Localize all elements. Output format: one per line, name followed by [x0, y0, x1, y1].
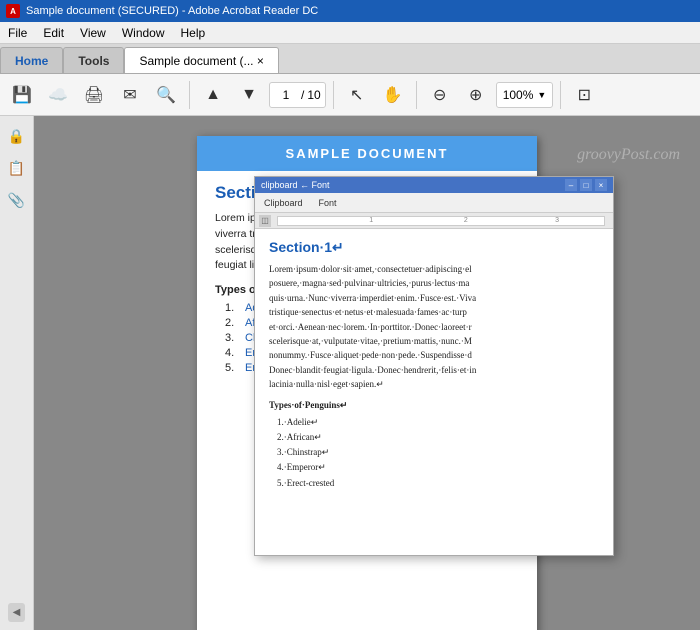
word-ribbon-font[interactable]: Font [316, 197, 340, 209]
word-section-title: Section·1↵ [269, 239, 599, 256]
menu-help[interactable]: Help [173, 22, 214, 43]
tab-home[interactable]: Home [0, 47, 63, 73]
upload-button[interactable]: ☁️ [42, 79, 74, 111]
toolbar-separator-3 [416, 81, 417, 109]
fit-button[interactable]: ⊡ [568, 79, 600, 111]
ruler-mark-2: 2 [464, 217, 468, 224]
zoom-in-button[interactable]: ⊕ [460, 79, 492, 111]
menu-file[interactable]: File [0, 22, 35, 43]
ruler-mark-1: 1 [369, 217, 373, 224]
word-body-line: Lorem·ipsum·dolor·sit·amet,·consectetuer… [269, 262, 599, 276]
toolbar-separator-2 [333, 81, 334, 109]
layers-panel-icon[interactable]: 📋 [5, 156, 29, 180]
panel-collapse-button[interactable]: ◀ [8, 603, 25, 622]
word-ribbon-clipboard[interactable]: Clipboard [261, 197, 306, 209]
zoom-dropdown-icon[interactable]: ▼ [537, 90, 546, 100]
email-button[interactable]: ✉ [114, 79, 146, 111]
toolbar: 💾 ☁️ 🖨 ✉ 🔍 ▲ ▼ 1 / 10 ↖ ✋ ⊖ ⊕ 100% ▼ ⊡ [0, 74, 700, 116]
word-penguin-list: 1.·Adelie↵ 2.·African↵ 3.·Chinstrap↵ 4.·… [269, 415, 599, 491]
word-title-text: clipboard ← Font [261, 180, 565, 190]
word-body-line: tristique·senectus·et·netus·et·malesuada… [269, 305, 599, 319]
zoom-level-box[interactable]: 100% ▼ [496, 82, 554, 108]
word-body-line: lacinia·nulla·nisl·eget·sapien.↵ [269, 377, 599, 391]
page-navigator: 1 / 10 [269, 82, 326, 108]
hand-tool-button[interactable]: ✋ [377, 79, 409, 111]
word-minimize-button[interactable]: – [565, 179, 577, 191]
word-body-line: Donec·blandit·feugiat·ligula.·Donec·hend… [269, 363, 599, 377]
tab-bar: Home Tools Sample document (... × [0, 44, 700, 74]
tab-tools[interactable]: Tools [63, 47, 124, 73]
page-separator: / [301, 88, 304, 102]
word-doc-area: Section·1↵ Lorem·ipsum·dolor·sit·amet,·c… [255, 229, 613, 555]
ruler-body: 1 2 3 [277, 216, 605, 226]
left-panel: 🔒 📋 📎 ◀ [0, 116, 34, 630]
word-controls: – □ × [565, 179, 607, 191]
main-area: 🔒 📋 📎 ◀ groovyPost.com SAMPLE DOCUMENT S… [0, 116, 700, 630]
word-body-line: scelerisque·at,·vulputate·vitae,·pretium… [269, 334, 599, 348]
page-total: 10 [307, 88, 320, 102]
pdf-header: SAMPLE DOCUMENT [197, 136, 537, 171]
groovy-watermark: groovyPost.com [577, 146, 680, 164]
next-page-button[interactable]: ▼ [233, 79, 265, 111]
word-close-button[interactable]: × [595, 179, 607, 191]
attach-panel-icon[interactable]: 📎 [5, 188, 29, 212]
save-button[interactable]: 💾 [6, 79, 38, 111]
ruler-mark-3: 3 [555, 217, 559, 224]
word-body-line: nonummy.·Fusce·aliquet·pede·non·pede.·Su… [269, 348, 599, 362]
word-list-title: Types·of·Penguins↵ [269, 400, 599, 411]
word-ruler: ◫ 1 2 3 [255, 213, 613, 229]
menu-view[interactable]: View [72, 22, 114, 43]
word-list-item: 4.·Emperor↵ [277, 460, 599, 475]
word-list-item: 3.·Chinstrap↵ [277, 445, 599, 460]
word-body-text: Lorem·ipsum·dolor·sit·amet,·consectetuer… [269, 262, 599, 392]
zoom-level-text: 100% [503, 88, 534, 102]
word-body-line: posuere,·magna·sed·pulvinar·ultricies,·p… [269, 276, 599, 290]
page-number-input[interactable]: 1 [274, 88, 298, 102]
search-button[interactable]: 🔍 [150, 79, 182, 111]
word-body-line: quis·urna.·Nunc·viverra·imperdiet·enim.·… [269, 291, 599, 305]
app-icon: A [6, 4, 20, 18]
ruler-left-marker: ◫ [259, 215, 271, 227]
tab-document-label: Sample document (... × [139, 54, 263, 68]
title-bar: A Sample document (SECURED) - Adobe Acro… [0, 0, 700, 22]
word-list-item: 2.·African↵ [277, 430, 599, 445]
word-maximize-button[interactable]: □ [580, 179, 592, 191]
word-list-item: 5.·Erect-crested [277, 476, 599, 491]
word-overlay: clipboard ← Font – □ × Clipboard Font ◫ … [254, 176, 614, 556]
pdf-area: groovyPost.com SAMPLE DOCUMENT Section 1… [34, 116, 700, 630]
title-text: Sample document (SECURED) - Adobe Acroba… [26, 5, 318, 17]
tab-tools-label: Tools [78, 54, 109, 68]
zoom-out-button[interactable]: ⊖ [424, 79, 456, 111]
cursor-tool-button[interactable]: ↖ [341, 79, 373, 111]
menu-window[interactable]: Window [114, 22, 173, 43]
print-button[interactable]: 🖨 [78, 79, 110, 111]
word-list-item: 1.·Adelie↵ [277, 415, 599, 430]
menu-bar: File Edit View Window Help [0, 22, 700, 44]
prev-page-button[interactable]: ▲ [197, 79, 229, 111]
tab-home-label: Home [15, 54, 48, 68]
toolbar-separator-1 [189, 81, 190, 109]
lock-panel-icon[interactable]: 🔒 [5, 124, 29, 148]
tab-document[interactable]: Sample document (... × [124, 47, 278, 73]
word-body-line: et·orci.·Aenean·nec·lorem.·In·porttitor.… [269, 320, 599, 334]
word-titlebar: clipboard ← Font – □ × [255, 177, 613, 193]
word-ribbon: Clipboard Font [255, 193, 613, 213]
toolbar-separator-4 [560, 81, 561, 109]
menu-edit[interactable]: Edit [35, 22, 72, 43]
